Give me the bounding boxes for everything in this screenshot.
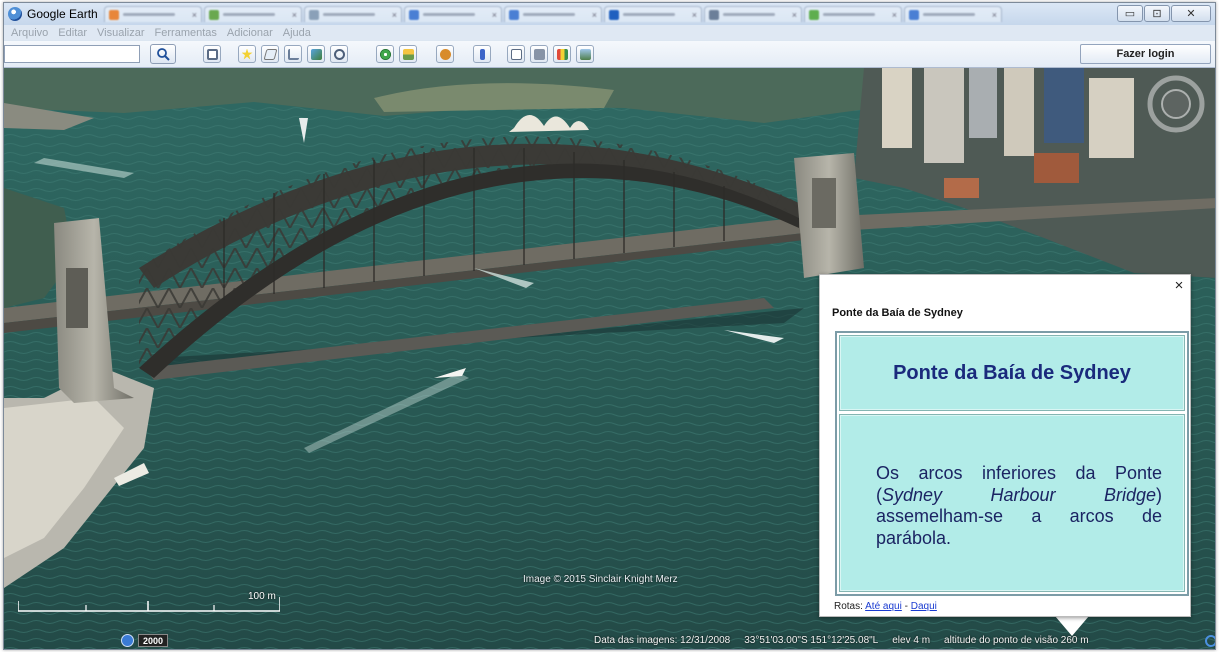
image-credit: Image © 2015 Sinclair Knight Merz <box>523 574 678 585</box>
blurred-tab[interactable]: × <box>804 6 902 22</box>
scale-bar <box>18 597 280 612</box>
add-path-button[interactable] <box>284 45 302 63</box>
menu-ajuda[interactable]: Ajuda <box>283 27 311 39</box>
blurred-tab[interactable]: × <box>304 6 402 22</box>
title-bar: Google Earth × × × × × × × × × ▭ ⊡ ✕ <box>4 3 1215 25</box>
close-icon[interactable]: × <box>1172 278 1186 293</box>
search-input[interactable] <box>4 45 140 63</box>
info-balloon: × Ponte da Baía de Sydney Ponte da Baía … <box>819 274 1191 617</box>
menu-bar: Arquivo Editar Visualizar Ferramentas Ad… <box>4 25 1215 40</box>
save-image-button[interactable] <box>576 45 594 63</box>
toolbar: Fazer login <box>4 41 1215 68</box>
image-overlay-button[interactable] <box>307 45 325 63</box>
window-controls: ▭ ⊡ ✕ <box>1117 5 1211 22</box>
balloon-tail <box>1055 616 1089 636</box>
blurred-tab[interactable]: × <box>904 6 1002 22</box>
google-earth-logo-icon <box>8 7 22 21</box>
imagery-date: Data das imagens: 12/31/2008 <box>594 635 731 646</box>
envelope-icon <box>510 48 522 60</box>
blurred-tab[interactable]: × <box>604 6 702 22</box>
view-in-maps-button[interactable] <box>553 45 571 63</box>
balloon-heading-cell: Ponte da Baía de Sydney <box>839 335 1185 411</box>
path-icon <box>287 48 299 60</box>
route-from-here-link[interactable]: Daqui <box>911 601 937 612</box>
eye-altitude: altitude do ponto de visão 260 m <box>944 635 1089 646</box>
balloon-routes: Rotas: Até aqui - Daqui <box>834 601 937 612</box>
menu-visualizar[interactable]: Visualizar <box>97 27 145 39</box>
historical-imagery-button[interactable] <box>376 45 394 63</box>
blurred-tab[interactable]: × <box>204 6 302 22</box>
printer-icon <box>533 48 545 60</box>
balloon-title: Ponte da Baía de Sydney <box>832 307 963 319</box>
menu-adicionar[interactable]: Adicionar <box>227 27 273 39</box>
menu-ferramentas[interactable]: Ferramentas <box>155 27 217 39</box>
compass-icon <box>1147 75 1205 133</box>
image-icon <box>579 48 591 60</box>
balloon-content-table: Ponte da Baía de Sydney Os arcos inferio… <box>835 331 1189 596</box>
planet-icon <box>439 48 451 60</box>
coordinates: 33°51'03.00"S 151°12'25.08"L <box>744 635 879 646</box>
print-button[interactable] <box>530 45 548 63</box>
window-title: Google Earth <box>27 7 98 21</box>
routes-label: Rotas: <box>834 601 863 612</box>
record-tour-button[interactable] <box>330 45 348 63</box>
maps-icon <box>556 48 568 60</box>
add-polygon-button[interactable] <box>261 45 279 63</box>
login-button[interactable]: Fazer login <box>1080 44 1211 64</box>
switch-planet-button[interactable] <box>436 45 454 63</box>
balloon-body-cell: Os arcos inferiores da Ponte (Sydney Har… <box>839 414 1185 592</box>
ruler-button[interactable] <box>473 45 491 63</box>
sidebar-icon <box>206 48 218 60</box>
polygon-icon <box>263 48 277 60</box>
blurred-tab[interactable]: × <box>704 6 802 22</box>
balloon-description: Os arcos inferiores da Ponte (Sydney Har… <box>876 463 1162 549</box>
overlay-icon <box>310 48 322 60</box>
google-earth-window: Google Earth × × × × × × × × × ▭ ⊡ ✕ Arq… <box>3 2 1216 650</box>
camera-icon <box>333 48 345 60</box>
route-to-here-link[interactable]: Até aqui <box>865 601 902 612</box>
route-separator: - <box>901 601 911 612</box>
menu-editar[interactable]: Editar <box>58 27 87 39</box>
historical-imagery-widget[interactable]: 2000 <box>121 634 169 647</box>
blurred-tab[interactable]: × <box>404 6 502 22</box>
sun-icon <box>402 48 414 60</box>
description-bridge-name: Sydney Harbour Bridge <box>882 484 1156 505</box>
blurred-tab[interactable]: × <box>104 6 202 22</box>
history-year: 2000 <box>138 634 169 647</box>
sunlight-button[interactable] <box>399 45 417 63</box>
add-placemark-button[interactable] <box>238 45 256 63</box>
menu-arquivo[interactable]: Arquivo <box>11 27 48 39</box>
sidebar-toggle-button[interactable] <box>203 45 221 63</box>
placemark-icon <box>241 48 253 60</box>
minimize-button[interactable]: ▭ <box>1117 5 1143 22</box>
magnifier-icon <box>157 48 170 61</box>
navigation-compass[interactable] <box>1146 74 1206 134</box>
restore-button[interactable]: ⊡ <box>1144 5 1170 22</box>
email-button[interactable] <box>507 45 525 63</box>
ruler-icon <box>479 48 485 60</box>
clock-icon <box>379 48 391 60</box>
clock-icon <box>121 634 134 647</box>
status-bar: Data das imagens: 12/31/2008 33°51'03.00… <box>594 635 1089 646</box>
close-window-button[interactable]: ✕ <box>1171 5 1211 22</box>
streaming-status-icon <box>1205 635 1215 647</box>
taskbar-tabs: × × × × × × × × × <box>104 6 1002 22</box>
map-viewport[interactable]: Image © 2015 Sinclair Knight Merz 100 m … <box>4 68 1215 649</box>
elevation: elev 4 m <box>892 635 931 646</box>
balloon-heading: Ponte da Baía de Sydney <box>893 361 1131 384</box>
search-button[interactable] <box>150 44 176 64</box>
blurred-tab[interactable]: × <box>504 6 602 22</box>
